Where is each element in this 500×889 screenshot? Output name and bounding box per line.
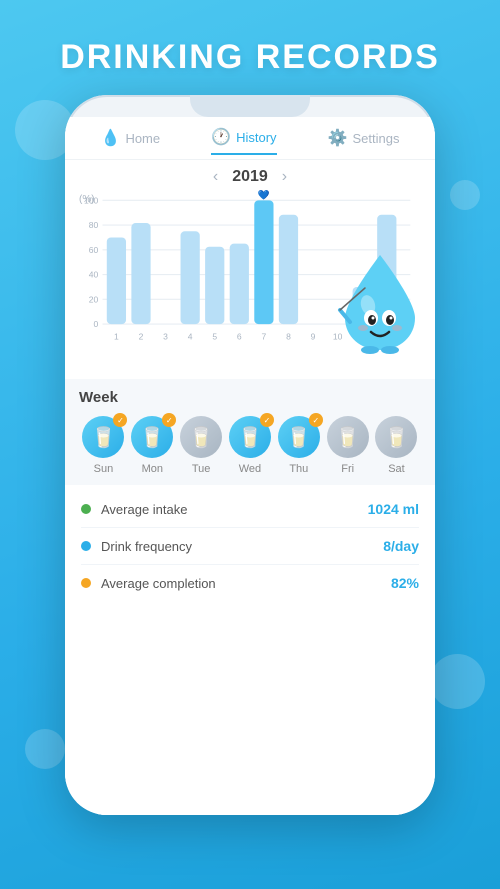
stat-value-avg-intake: 1024 ml bbox=[368, 501, 419, 517]
home-icon: 💧 bbox=[101, 128, 121, 148]
day-item-fri: 🥛 Fri bbox=[327, 416, 369, 475]
day-name-sat: Sat bbox=[388, 463, 405, 475]
tab-history[interactable]: 🕐 History bbox=[211, 127, 276, 155]
svg-text:1: 1 bbox=[114, 332, 119, 342]
chart-area: (%) 100 80 60 40 20 0 bbox=[65, 190, 435, 375]
check-badge-sun: ✓ bbox=[113, 413, 127, 427]
stat-label-avg-completion: Average completion bbox=[101, 576, 216, 591]
day-circle-tue: 🥛 bbox=[180, 416, 222, 458]
svg-text:6: 6 bbox=[237, 332, 242, 342]
day-circle-mon: 🥛 ✓ bbox=[131, 416, 173, 458]
day-name-wed: Wed bbox=[239, 463, 261, 475]
tab-home-label: Home bbox=[125, 131, 160, 146]
tab-home[interactable]: 💧 Home bbox=[101, 128, 161, 154]
cup-icon-sun: 🥛 bbox=[91, 425, 116, 450]
svg-text:4: 4 bbox=[188, 332, 193, 342]
phone-notch bbox=[190, 95, 310, 117]
svg-text:20: 20 bbox=[89, 295, 99, 305]
check-badge-wed: ✓ bbox=[260, 413, 274, 427]
day-item-sun: 🥛 ✓ Sun bbox=[82, 416, 124, 475]
day-circle-fri: 🥛 bbox=[327, 416, 369, 458]
day-item-sat: 🥛 Sat bbox=[375, 416, 417, 475]
check-badge-thu: ✓ bbox=[309, 413, 323, 427]
year-prev-button[interactable]: ‹ bbox=[213, 168, 218, 186]
stats-section: Average intake 1024 ml Drink frequency 8… bbox=[65, 485, 435, 815]
day-item-thu: 🥛 ✓ Thu bbox=[278, 416, 320, 475]
svg-text:60: 60 bbox=[89, 245, 99, 255]
day-name-thu: Thu bbox=[289, 463, 308, 475]
decorative-bubble-tr bbox=[450, 180, 480, 210]
day-name-fri: Fri bbox=[341, 463, 354, 475]
svg-text:7: 7 bbox=[262, 332, 267, 342]
settings-icon: ⚙️ bbox=[328, 128, 348, 148]
stat-left-avg-completion: Average completion bbox=[81, 576, 216, 591]
phone-inner: 💧 Home 🕐 History ⚙️ Settings ‹ 2019 › (%… bbox=[65, 117, 435, 815]
year-next-button[interactable]: › bbox=[282, 168, 287, 186]
cup-icon-sat: 🥛 bbox=[384, 425, 409, 450]
week-section: Week 🥛 ✓ Sun 🥛 ✓ Mon bbox=[65, 379, 435, 485]
cup-icon-wed: 🥛 bbox=[238, 425, 263, 450]
year-label: 2019 bbox=[232, 168, 268, 186]
svg-text:💙: 💙 bbox=[258, 190, 270, 201]
day-name-tue: Tue bbox=[192, 463, 211, 475]
stat-left-avg-intake: Average intake bbox=[81, 502, 188, 517]
year-nav: ‹ 2019 › bbox=[65, 160, 435, 190]
day-circle-thu: 🥛 ✓ bbox=[278, 416, 320, 458]
svg-text:9: 9 bbox=[311, 332, 316, 342]
day-circle-sat: 🥛 bbox=[375, 416, 417, 458]
svg-text:3: 3 bbox=[163, 332, 168, 342]
day-item-mon: 🥛 ✓ Mon bbox=[131, 416, 173, 475]
history-icon: 🕐 bbox=[211, 127, 231, 147]
stat-row-drink-frequency: Drink frequency 8/day bbox=[81, 528, 419, 565]
cup-icon-fri: 🥛 bbox=[335, 425, 360, 450]
page-title: DRINKING RECORDS bbox=[60, 38, 440, 77]
day-name-mon: Mon bbox=[142, 463, 163, 475]
stat-dot-avg-intake bbox=[81, 504, 91, 514]
tab-history-label: History bbox=[236, 130, 276, 145]
check-badge-mon: ✓ bbox=[162, 413, 176, 427]
tab-bar: 💧 Home 🕐 History ⚙️ Settings bbox=[65, 117, 435, 160]
stat-label-drink-frequency: Drink frequency bbox=[101, 539, 192, 554]
svg-text:0: 0 bbox=[93, 319, 98, 329]
stat-value-drink-frequency: 8/day bbox=[383, 538, 419, 554]
day-item-wed: 🥛 ✓ Wed bbox=[229, 416, 271, 475]
day-circle-sun: 🥛 ✓ bbox=[82, 416, 124, 458]
week-label: Week bbox=[79, 389, 421, 406]
stat-row-avg-completion: Average completion 82% bbox=[81, 565, 419, 601]
day-name-sun: Sun bbox=[94, 463, 114, 475]
day-circle-wed: 🥛 ✓ bbox=[229, 416, 271, 458]
chart-y-label: (%) bbox=[79, 194, 95, 205]
svg-text:2: 2 bbox=[139, 332, 144, 342]
svg-text:80: 80 bbox=[89, 220, 99, 230]
cup-icon-mon: 🥛 bbox=[140, 425, 165, 450]
decorative-bubble-br bbox=[430, 654, 485, 709]
stat-dot-drink-frequency bbox=[81, 541, 91, 551]
stat-row-avg-intake: Average intake 1024 ml bbox=[81, 491, 419, 528]
tab-settings[interactable]: ⚙️ Settings bbox=[328, 128, 400, 154]
svg-text:40: 40 bbox=[89, 270, 99, 280]
week-days: 🥛 ✓ Sun 🥛 ✓ Mon 🥛 bbox=[79, 416, 421, 475]
stat-label-avg-intake: Average intake bbox=[101, 502, 188, 517]
stat-value-avg-completion: 82% bbox=[391, 575, 419, 591]
day-item-tue: 🥛 Tue bbox=[180, 416, 222, 475]
tab-settings-label: Settings bbox=[352, 131, 399, 146]
svg-text:8: 8 bbox=[286, 332, 291, 342]
cup-icon-thu: 🥛 bbox=[286, 425, 311, 450]
phone-frame: 💧 Home 🕐 History ⚙️ Settings ‹ 2019 › (%… bbox=[65, 95, 435, 815]
water-drop-mascot bbox=[335, 250, 425, 355]
svg-text:5: 5 bbox=[212, 332, 217, 342]
cup-icon-tue: 🥛 bbox=[189, 425, 214, 450]
stat-dot-avg-completion bbox=[81, 578, 91, 588]
stat-left-drink-frequency: Drink frequency bbox=[81, 539, 192, 554]
decorative-bubble-bl bbox=[25, 729, 65, 769]
